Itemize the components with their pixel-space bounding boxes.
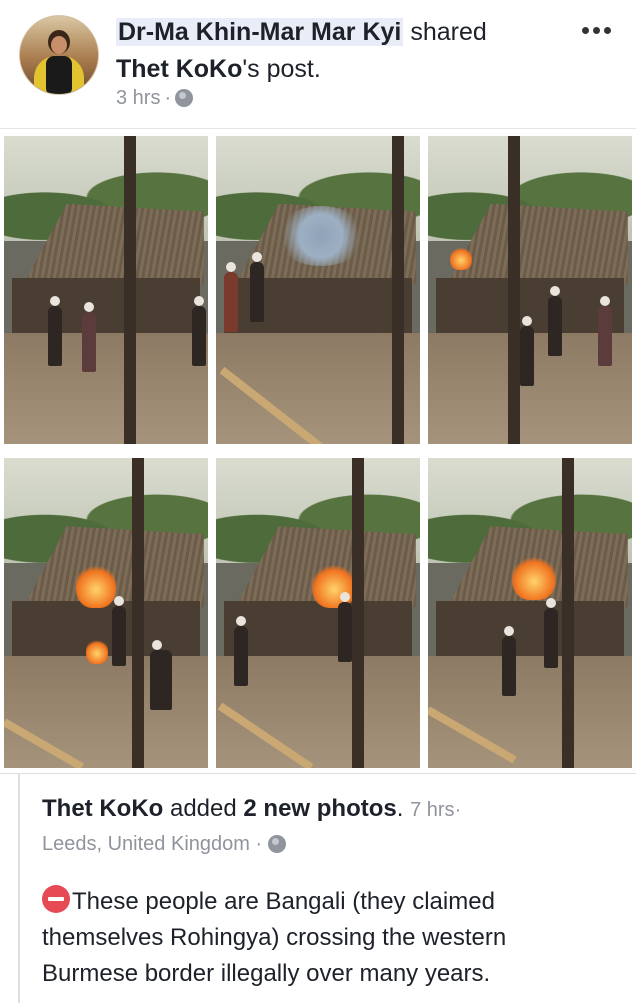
shared-post-author-link[interactable]: Thet KoKo — [42, 795, 163, 822]
shared-post-timestamp[interactable]: 7 hrs — [410, 799, 454, 821]
period: . — [396, 795, 404, 822]
shared-post: Thet KoKo added 2 new photos. 7 hrs· Lee… — [18, 774, 636, 1003]
photo-6[interactable] — [428, 458, 632, 768]
post-header: Dr-Ma Khin-Mar Mar Kyi shared Thet KoKo'… — [0, 0, 636, 128]
globe-icon[interactable] — [267, 835, 286, 853]
location-link[interactable]: Leeds, United Kingdom — [42, 833, 250, 855]
author-name-link[interactable]: Dr-Ma Khin-Mar Mar Kyi — [116, 18, 404, 46]
header-line2: Thet KoKo's post. — [116, 54, 321, 84]
no-entry-icon — [42, 885, 70, 913]
original-author-link[interactable]: Thet KoKo — [116, 55, 242, 83]
shared-post-header: Thet KoKo added 2 new photos. 7 hrs· — [42, 794, 461, 825]
shared-post-action: added — [169, 795, 237, 822]
new-photos-link[interactable]: 2 new photos — [243, 795, 396, 822]
photo-4[interactable] — [4, 458, 208, 768]
header-divider — [0, 128, 636, 129]
header-line1: Dr-Ma Khin-Mar Mar Kyi shared — [116, 17, 487, 47]
photo-3[interactable] — [428, 136, 632, 444]
photo-5[interactable] — [216, 458, 420, 768]
meta-separator: · — [454, 799, 462, 821]
photo-2[interactable] — [216, 136, 420, 444]
shared-post-text: These people are Bangali (they claimed t… — [42, 884, 602, 992]
globe-icon[interactable] — [175, 89, 194, 107]
photo-1[interactable] — [4, 136, 208, 444]
post-link[interactable]: 's post. — [242, 55, 320, 83]
shared-post-location: Leeds, United Kingdom · — [42, 832, 286, 856]
author-avatar[interactable] — [19, 15, 99, 95]
more-options-icon[interactable] — [582, 20, 618, 40]
shared-post-body: These people are Bangali (they claimed t… — [42, 888, 507, 987]
post-timestamp[interactable]: 3 hrs — [116, 87, 160, 109]
meta-separator: · — [164, 87, 172, 109]
post-meta: 3 hrs · — [116, 86, 194, 110]
shared-label: shared — [410, 18, 487, 46]
meta-separator: · — [255, 833, 263, 855]
